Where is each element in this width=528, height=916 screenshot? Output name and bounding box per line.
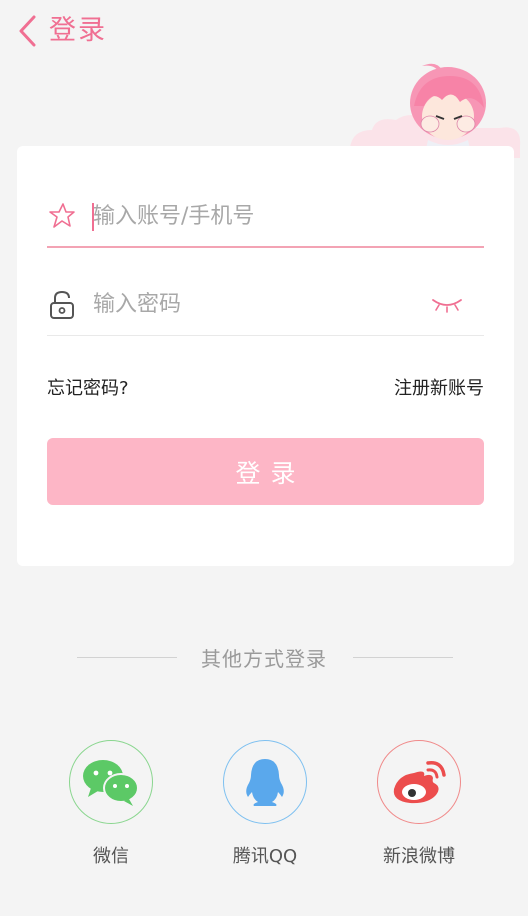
back-button[interactable] [12, 12, 42, 50]
wechat-login-button[interactable]: 微信 [51, 740, 171, 880]
qq-icon [246, 759, 284, 806]
wechat-label: 微信 [93, 846, 129, 867]
page-title: 登录 [49, 15, 107, 46]
password-field [47, 274, 484, 336]
login-button[interactable]: 登录 [47, 438, 484, 505]
login-card: 忘记密码? 注册新账号 登录 [17, 146, 514, 566]
qq-login-button[interactable]: 腾讯QQ [205, 740, 325, 880]
qq-circle [223, 740, 307, 824]
weibo-login-button[interactable]: 新浪微博 [359, 740, 479, 880]
wechat-circle [69, 740, 153, 824]
weibo-label: 新浪微博 [383, 846, 455, 867]
star-icon [47, 201, 77, 231]
text-cursor [92, 203, 94, 231]
header: 登录 [0, 0, 528, 64]
account-input[interactable] [93, 203, 413, 229]
weibo-icon [393, 761, 446, 804]
register-link[interactable]: 注册新账号 [394, 374, 484, 400]
auth-links: 忘记密码? 注册新账号 [47, 374, 484, 400]
other-login-divider: 其他方式登录 [0, 643, 528, 673]
password-input[interactable] [93, 292, 413, 317]
weibo-circle [377, 740, 461, 824]
lock-icon [47, 290, 77, 320]
chevron-left-icon [19, 15, 36, 47]
eye-closed-icon[interactable] [430, 294, 464, 314]
account-field [47, 186, 484, 248]
mascot-illustration [350, 63, 521, 158]
forgot-password-link[interactable]: 忘记密码? [47, 374, 129, 400]
divider-line-right [353, 657, 453, 658]
wechat-icon [83, 760, 139, 806]
qq-label: 腾讯QQ [232, 846, 298, 867]
